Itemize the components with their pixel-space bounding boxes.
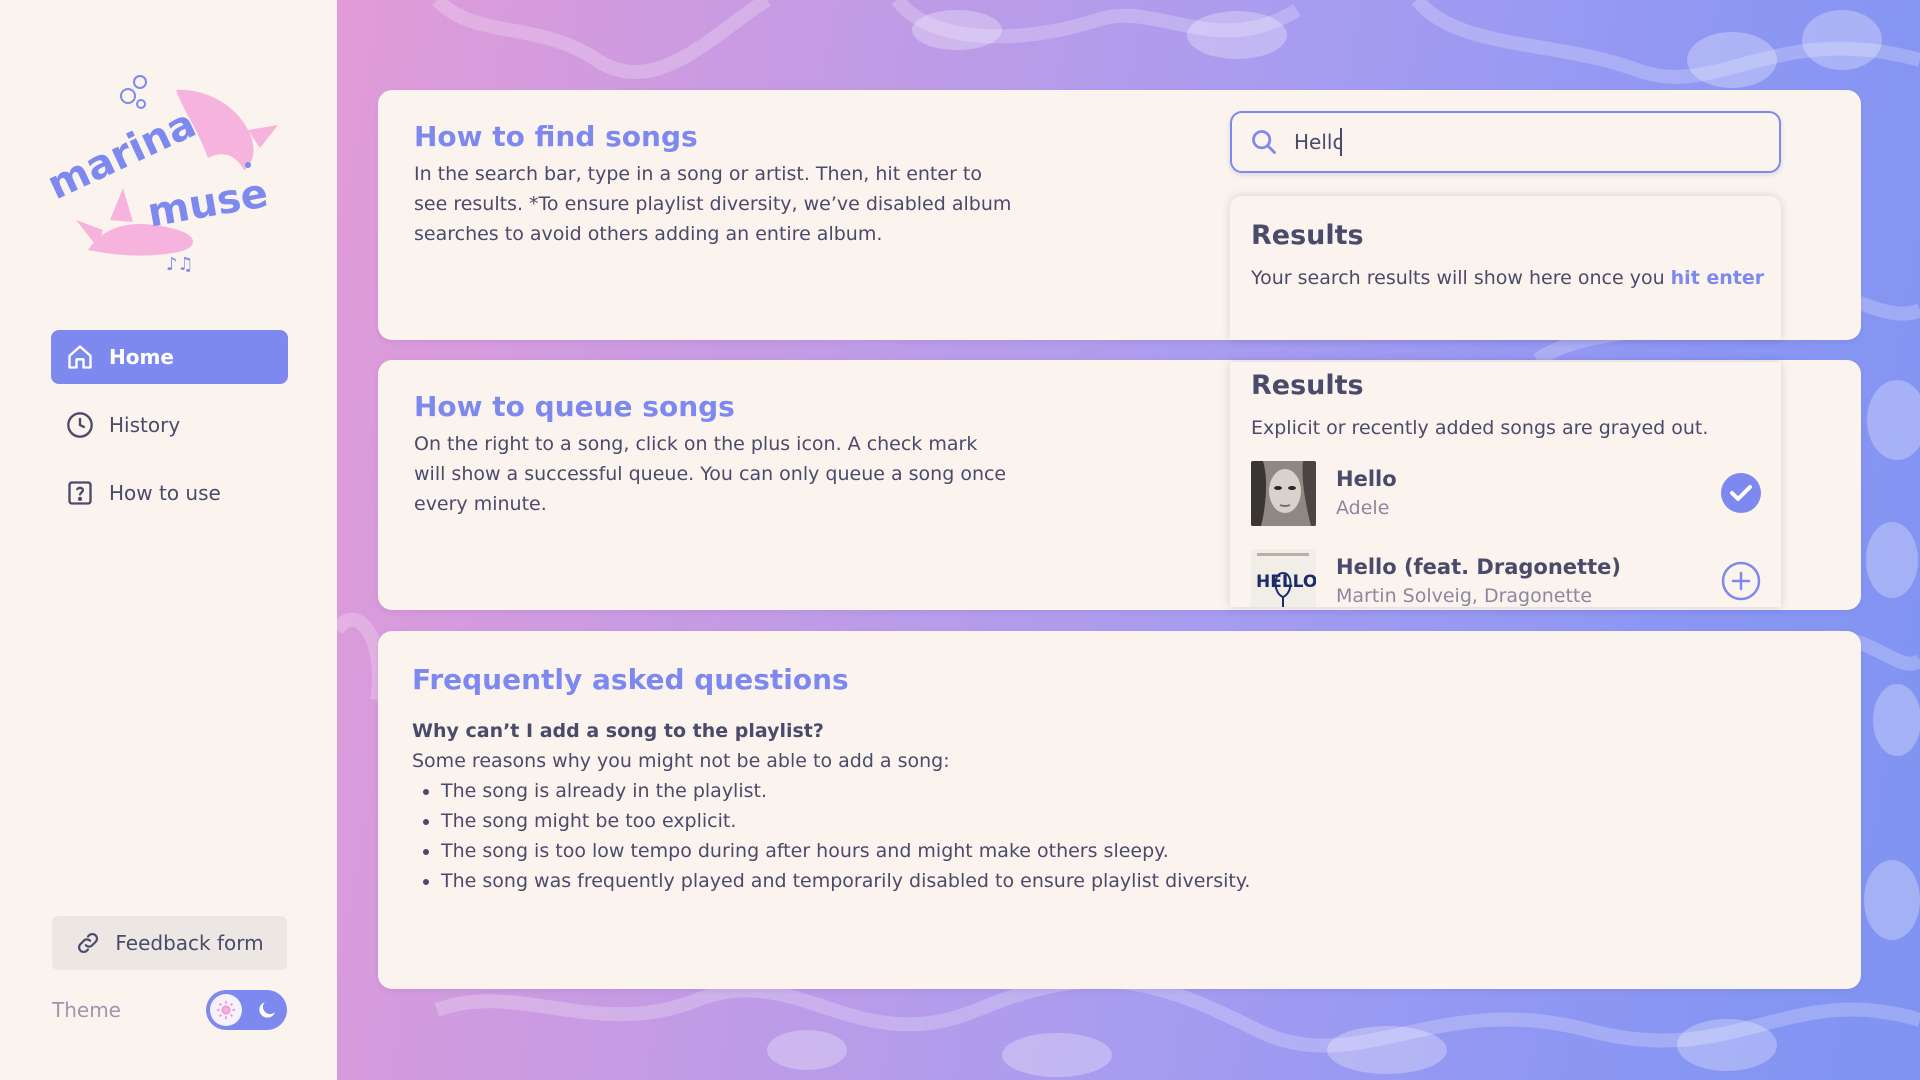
list-item: The song was frequently played and tempo…	[441, 866, 1812, 896]
results-title: Results	[1251, 220, 1364, 251]
faq-title: Frequently asked questions	[412, 663, 849, 696]
home-icon	[65, 342, 95, 372]
queue-songs-body: On the right to a song, click on the plu…	[414, 433, 1007, 515]
sun-icon	[210, 994, 242, 1026]
sidebar-item-label: History	[109, 413, 181, 437]
text-caret	[1340, 128, 1342, 156]
sidebar-item-how-to-use[interactable]: How to use	[51, 466, 288, 520]
sidebar-item-history[interactable]: History	[51, 398, 288, 452]
add-icon[interactable]	[1721, 561, 1761, 601]
theme-toggle[interactable]	[206, 990, 287, 1030]
sidebar: marina muse ♪♫ Home History How to use F…	[0, 0, 337, 1080]
song-row: Hello Adele	[1251, 460, 1761, 526]
question-box-icon	[65, 478, 95, 508]
sidebar-item-label: Home	[109, 345, 174, 369]
feedback-form-button[interactable]: Feedback form	[52, 916, 287, 970]
queue-songs-title: How to queue songs	[414, 390, 735, 423]
faq-question: Why can’t I add a song to the playlist?	[412, 720, 824, 742]
search-results-panel: Results Your search results will show he…	[1230, 196, 1781, 340]
song-row: HELLO Hello (feat. Dragonette) Martin So…	[1251, 548, 1761, 607]
album-art: HELLO	[1251, 548, 1316, 607]
svg-text:HELLO: HELLO	[1256, 572, 1316, 592]
sidebar-item-label: How to use	[109, 481, 221, 505]
list-item: The song might be too explicit.	[441, 806, 1812, 836]
moon-icon	[251, 994, 283, 1026]
find-songs-body: In the search bar, type in a song or art…	[414, 163, 1012, 245]
results-hint: Your search results will show here once …	[1251, 267, 1764, 289]
sidebar-item-home[interactable]: Home	[51, 330, 288, 384]
song-artist: Martin Solveig, Dragonette	[1336, 585, 1593, 607]
link-icon	[75, 930, 101, 956]
search-bar[interactable]	[1230, 111, 1781, 173]
logo: marina muse ♪♫	[41, 70, 288, 280]
sidebar-nav: Home History How to use	[51, 330, 288, 534]
results-subtitle: Explicit or recently added songs are gra…	[1251, 417, 1709, 439]
song-title: Hello (feat. Dragonette)	[1336, 555, 1621, 579]
check-icon[interactable]	[1721, 473, 1761, 513]
svg-text:♪♫: ♪♫	[166, 254, 194, 275]
theme-label: Theme	[52, 998, 121, 1022]
search-icon	[1250, 128, 1278, 156]
song-title: Hello	[1336, 467, 1397, 491]
faq-intro: Some reasons why you might not be able t…	[412, 750, 950, 772]
results-title: Results	[1251, 370, 1364, 401]
queue-results-panel: Results Explicit or recently added songs…	[1230, 362, 1781, 607]
list-item: The song is too low tempo during after h…	[441, 836, 1812, 866]
faq-card: Frequently asked questions Why can’t I a…	[378, 631, 1861, 989]
list-item: The song is already in the playlist.	[441, 776, 1812, 806]
feedback-label: Feedback form	[115, 931, 264, 955]
results-hint-text: Your search results will show here once …	[1251, 267, 1671, 289]
clock-icon	[65, 410, 95, 440]
svg-text:muse: muse	[144, 170, 271, 236]
song-artist: Adele	[1336, 497, 1390, 519]
find-songs-title: How to find songs	[414, 120, 698, 153]
faq-reasons: The song is already in the playlist. The…	[412, 776, 1812, 896]
hit-enter-link: hit enter	[1670, 267, 1765, 289]
album-art	[1251, 460, 1316, 526]
search-input[interactable]	[1292, 129, 1344, 155]
